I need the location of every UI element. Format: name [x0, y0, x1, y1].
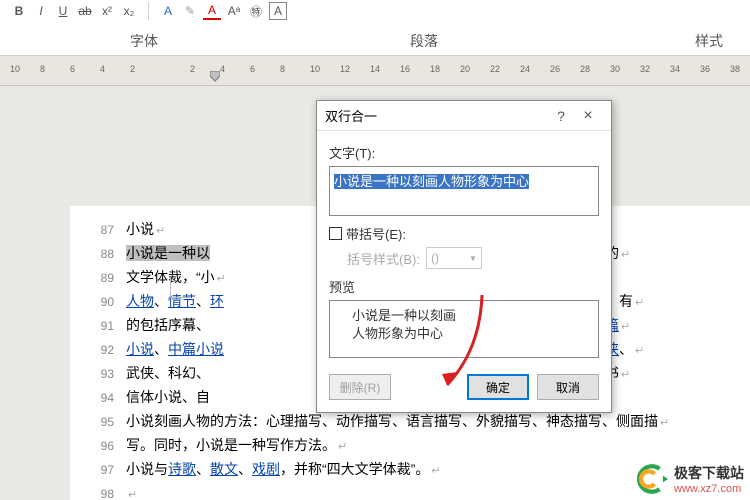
bracket-checkbox[interactable] — [329, 227, 342, 240]
toolbar-format-icons: B I U ab x² x₂ A ✎ A Aᵃ ㊕ A — [10, 2, 287, 20]
line-content: ↵ — [126, 482, 137, 500]
ruler-number: 10 — [10, 64, 20, 74]
char-border-icon[interactable]: A — [269, 2, 287, 20]
preview-line-1: 小说是一种以刻画 — [352, 307, 576, 325]
line-number: 96 — [90, 435, 114, 457]
two-lines-in-one-dialog: 双行合一 ? × 文字(T): 小说是一种以刻画人物形象为中心 带括号(E): … — [316, 100, 612, 413]
subscript-icon[interactable]: x₂ — [120, 2, 138, 20]
ruler-number: 28 — [580, 64, 590, 74]
margin-corner-icon — [170, 278, 190, 298]
ruler-number: 14 — [370, 64, 380, 74]
ruler-number: 6 — [70, 64, 75, 74]
bracket-style-dropdown: () ▼ — [426, 247, 482, 269]
dialog-title: 双行合一 — [325, 106, 377, 125]
font-color-icon[interactable]: A — [203, 2, 221, 20]
ruler-number: 38 — [730, 64, 740, 74]
line-content: 写。同时，小说是一种写作方法。↵ — [126, 434, 347, 458]
ruler-number: 36 — [700, 64, 710, 74]
line-number: 97 — [90, 459, 114, 481]
line-number: 90 — [90, 291, 114, 313]
preview-label: 预览 — [329, 277, 599, 296]
selected-text: 小说是一种以刻画人物形象为中心 — [334, 174, 529, 189]
ribbon-group-paragraph: 段落 — [410, 31, 438, 51]
ribbon-toolbar: B I U ab x² x₂ A ✎ A Aᵃ ㊕ A 字体 段落 样式 — [0, 0, 750, 56]
line-number: 95 — [90, 411, 114, 433]
line-number: 93 — [90, 363, 114, 385]
enclose-icon[interactable]: ㊕ — [247, 2, 265, 20]
ok-button[interactable]: 确定 — [467, 374, 529, 400]
close-button[interactable]: × — [573, 107, 603, 125]
ruler-number: 4 — [220, 64, 225, 74]
help-button[interactable]: ? — [549, 108, 573, 124]
line-content: 小说刻画人物的方法：心理描写、动作描写、语言描写、外貌描写、神态描写、侧面描↵ — [126, 410, 669, 434]
chevron-down-icon: ▼ — [469, 254, 477, 263]
watermark: 极客下载站 www.xz7.com — [634, 462, 744, 496]
ruler-number: 6 — [250, 64, 255, 74]
watermark-name: 极客下载站 — [674, 463, 744, 483]
ruler-number: 18 — [430, 64, 440, 74]
preview-box: 小说是一种以刻画 人物形象为中心 — [329, 300, 599, 358]
dialog-titlebar[interactable]: 双行合一 ? × — [317, 101, 611, 131]
ruler-number: 26 — [550, 64, 560, 74]
font-effect-icon[interactable]: A — [159, 2, 177, 20]
ruler-number: 4 — [100, 64, 105, 74]
ribbon-group-style: 样式 — [695, 31, 723, 51]
line-number: 98 — [90, 483, 114, 500]
superscript-icon[interactable]: x² — [98, 2, 116, 20]
cancel-button[interactable]: 取消 — [537, 374, 599, 400]
preview-line-2: 人物形象为中心 — [352, 325, 576, 343]
ruler-number: 8 — [280, 64, 285, 74]
watermark-logo-icon — [634, 462, 668, 496]
ruler-number: 12 — [340, 64, 350, 74]
line-content: 小说↵ — [126, 218, 165, 242]
text-line[interactable]: 96 写。同时，小说是一种写作方法。↵ — [90, 434, 730, 458]
line-number: 89 — [90, 267, 114, 289]
indent-marker-icon[interactable] — [210, 71, 220, 83]
line-number: 88 — [90, 243, 114, 265]
ruler-number: 16 — [400, 64, 410, 74]
ruler-number: 2 — [130, 64, 135, 74]
text-line[interactable]: 95 小说刻画人物的方法：心理描写、动作描写、语言描写、外貌描写、神态描写、侧面描… — [90, 410, 730, 434]
underline-icon[interactable]: U — [54, 2, 72, 20]
line-content: 小说与诗歌、散文、戏剧，并称“四大文学体裁”。↵ — [126, 458, 441, 482]
bracket-checkbox-label: 带括号(E): — [346, 224, 406, 243]
strike-icon[interactable]: ab — [76, 2, 94, 20]
ruler-number: 22 — [490, 64, 500, 74]
highlight-icon[interactable]: ✎ — [181, 2, 199, 20]
ruler-number: 34 — [670, 64, 680, 74]
divider — [148, 2, 149, 20]
ruler-number: 32 — [640, 64, 650, 74]
ruler-number: 8 — [40, 64, 45, 74]
bracket-style-label: 括号样式(B): — [347, 249, 420, 268]
line-number: 87 — [90, 219, 114, 241]
char-shading-icon[interactable]: Aᵃ — [225, 2, 243, 20]
ruler-number: 20 — [460, 64, 470, 74]
ruler-number: 2 — [190, 64, 195, 74]
ribbon-group-font: 字体 — [130, 31, 158, 51]
ruler-number: 24 — [520, 64, 530, 74]
line-number: 94 — [90, 387, 114, 409]
remove-button: 删除(R) — [329, 374, 391, 400]
text-input[interactable]: 小说是一种以刻画人物形象为中心 — [329, 166, 599, 216]
horizontal-ruler[interactable]: 1086422468101214161820222426283032343638 — [0, 56, 750, 86]
ruler-number: 10 — [310, 64, 320, 74]
watermark-url: www.xz7.com — [674, 483, 744, 495]
line-number: 92 — [90, 339, 114, 361]
line-number: 91 — [90, 315, 114, 337]
ruler-number: 30 — [610, 64, 620, 74]
italic-icon[interactable]: I — [32, 2, 50, 20]
text-field-label: 文字(T): — [329, 143, 599, 162]
bold-icon[interactable]: B — [10, 2, 28, 20]
